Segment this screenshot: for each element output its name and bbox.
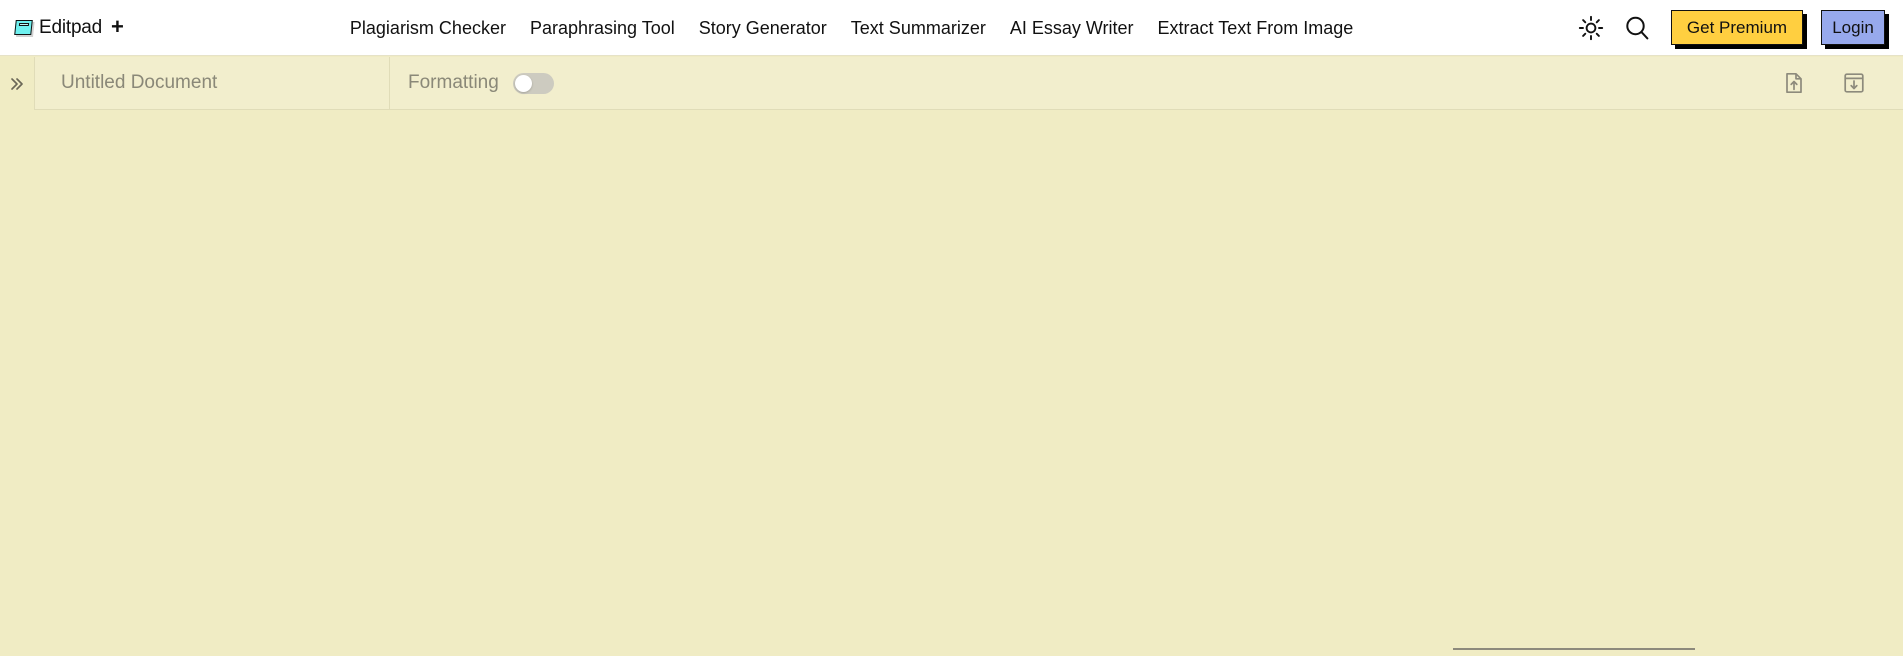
formatting-control-group: Formatting [390, 72, 554, 94]
get-premium-button[interactable]: Get Premium [1671, 10, 1803, 45]
document-title-input[interactable] [35, 56, 389, 110]
document-editor-area[interactable] [0, 111, 1903, 656]
nav-link-story-generator[interactable]: Story Generator [699, 19, 827, 37]
brand-logo-link[interactable]: Editpad + [14, 0, 124, 56]
nav-link-plagiarism-checker[interactable]: Plagiarism Checker [350, 19, 506, 37]
sun-icon[interactable] [1571, 8, 1611, 48]
top-navigation-bar: Editpad + Plagiarism Checker Paraphrasin… [0, 0, 1903, 56]
nav-link-paraphrasing-tool[interactable]: Paraphrasing Tool [530, 19, 675, 37]
login-button[interactable]: Login [1821, 10, 1885, 45]
toolbar-action-icons [1779, 68, 1903, 98]
notebook-icon [14, 19, 34, 37]
nav-link-extract-text-from-image[interactable]: Extract Text From Image [1158, 19, 1354, 37]
chevron-double-right-icon[interactable] [0, 57, 34, 111]
bottom-panel-edge [1453, 648, 1695, 656]
nav-right-controls: Get Premium Login [1571, 8, 1885, 48]
file-upload-icon[interactable] [1779, 68, 1809, 98]
formatting-toggle-switch[interactable] [512, 72, 554, 94]
nav-link-text-summarizer[interactable]: Text Summarizer [851, 19, 986, 37]
formatting-label: Formatting [408, 72, 499, 93]
toggle-knob [514, 74, 532, 92]
toolbar-panel: Formatting [34, 56, 1903, 110]
brand-name: Editpad [39, 16, 103, 38]
brand-plus-icon: + [111, 14, 124, 39]
document-toolbar: Formatting [0, 56, 1903, 111]
file-download-icon[interactable] [1839, 68, 1869, 98]
primary-nav-links: Plagiarism Checker Paraphrasing Tool Sto… [350, 19, 1353, 37]
search-icon[interactable] [1617, 8, 1657, 48]
nav-link-ai-essay-writer[interactable]: AI Essay Writer [1010, 19, 1134, 37]
